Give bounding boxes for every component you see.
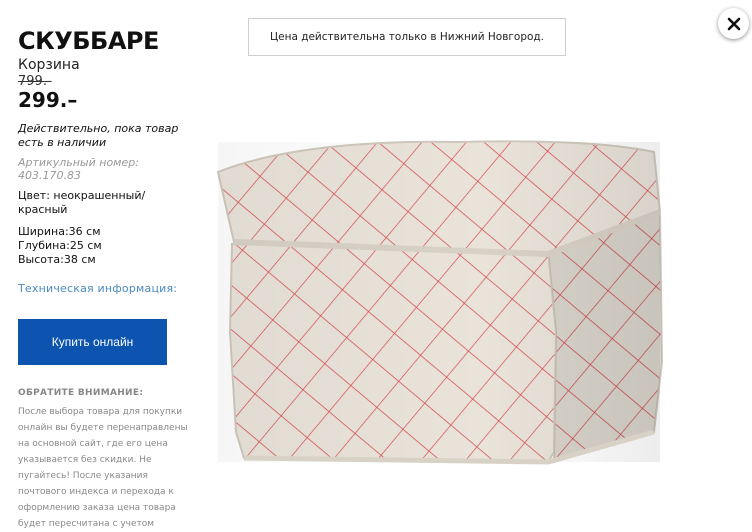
availability-note: Действительно, пока товар есть в наличии	[18, 122, 179, 149]
notice-heading: ОБРАТИТЕ ВНИМАНИЕ:	[18, 388, 144, 398]
product-color: Цвет: неокрашенный/ красный	[18, 189, 146, 216]
close-icon	[727, 17, 740, 30]
dimension-depth: Глубина:25 см	[18, 239, 102, 252]
dimensions-list: Ширина:36 см Глубина:25 см Высота:38 см	[18, 225, 198, 267]
old-price: 799.-	[18, 74, 52, 89]
notice-text: После выбора товара для покупки онлайн в…	[18, 407, 188, 529]
basket-image	[216, 140, 664, 465]
product-title: СКУББАРЕ	[18, 27, 159, 55]
close-button[interactable]	[718, 8, 749, 39]
tech-info-link[interactable]: Техническая информация:	[18, 282, 198, 296]
article-number: Артикульный номер: 403.170.83	[18, 156, 139, 182]
product-subtitle: Корзина	[18, 57, 80, 73]
product-info-panel: СКУББАРЕ Корзина 799.- 299.– Действитель…	[18, 28, 198, 532]
current-price: 299.–	[18, 88, 78, 112]
dimension-height: Высота:38 см	[18, 253, 96, 266]
dimension-width: Ширина:36 см	[18, 225, 101, 238]
city-price-banner: Цена действительна только в Нижний Новго…	[248, 18, 566, 56]
buy-online-button[interactable]: Купить онлайн	[18, 319, 167, 365]
